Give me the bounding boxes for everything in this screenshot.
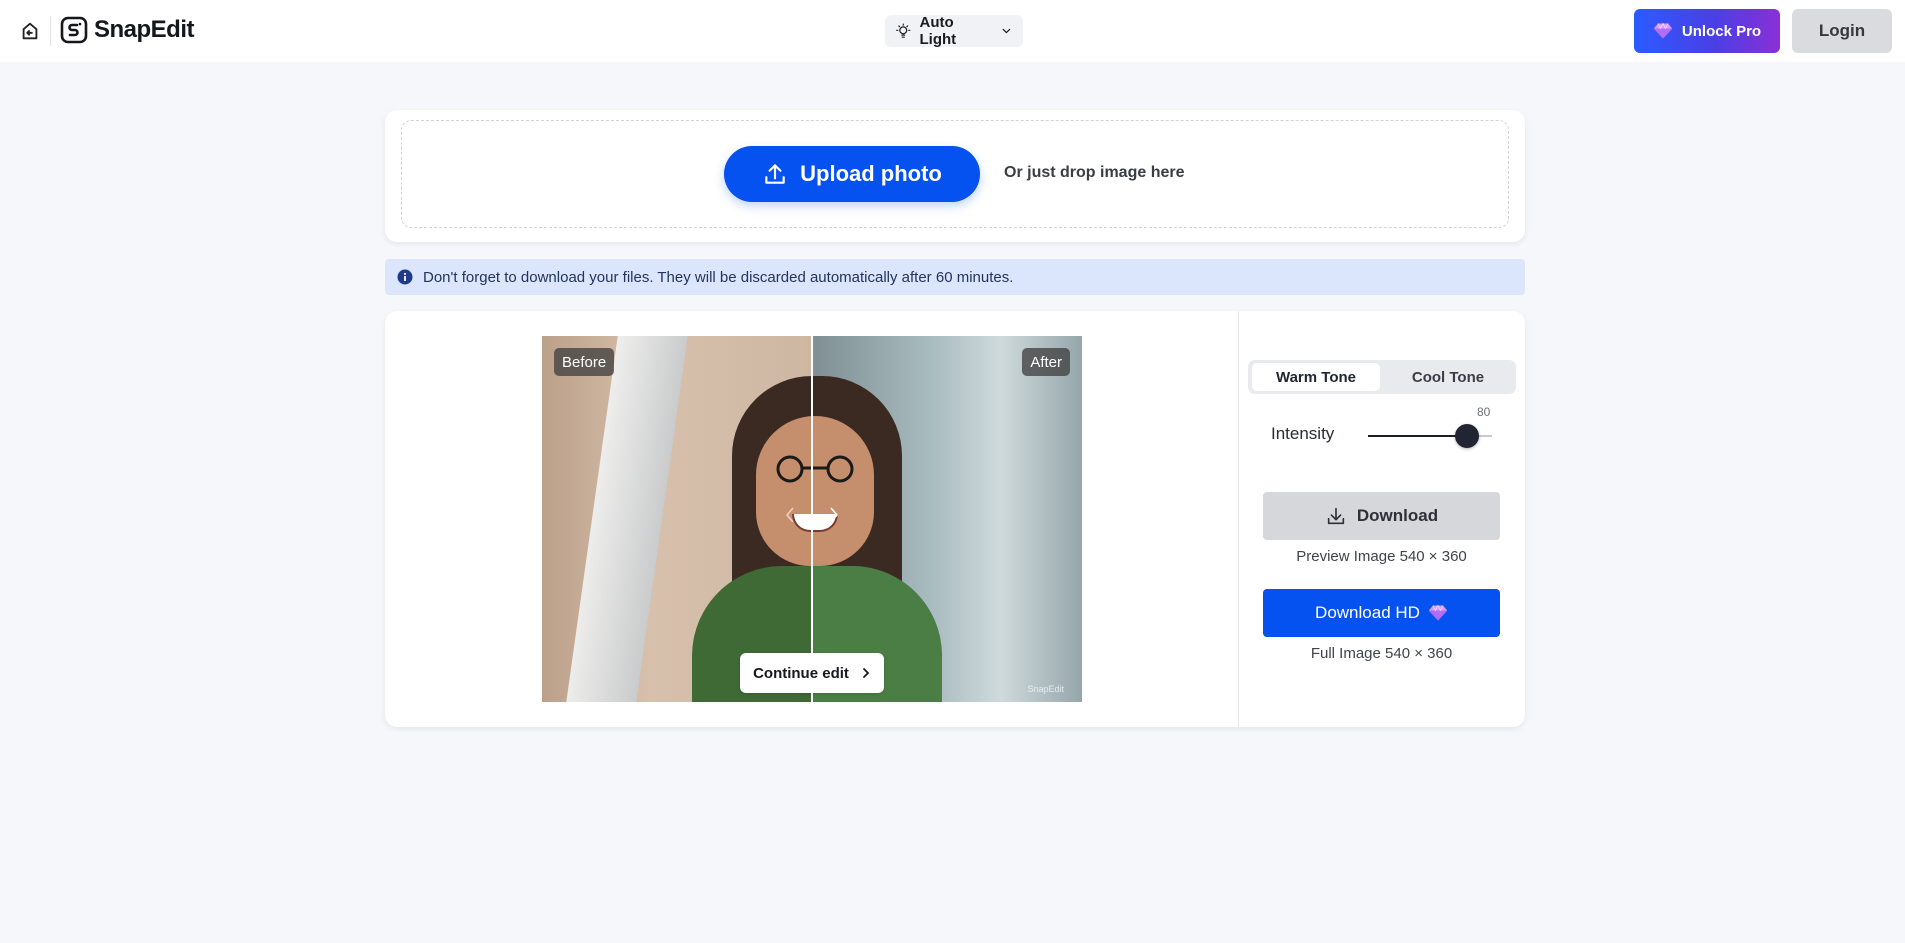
unlock-pro-button[interactable]: Unlock Pro [1634,9,1780,53]
chevron-left-icon [785,507,794,523]
download-button[interactable]: Download [1263,492,1500,540]
intensity-label: Intensity [1271,424,1335,443]
brand-logo[interactable]: SnapEdit [60,16,195,44]
panel-divider [1238,311,1239,727]
before-after-preview[interactable]: Before After SnapEdit [542,336,1082,702]
full-image-caption: Full Image 540 × 360 [1310,645,1453,662]
snapedit-logo-icon [60,16,88,44]
slider-arrows[interactable] [784,506,840,526]
drop-hint: Or just drop image here [1004,164,1185,181]
tone-toggle: Warm Tone Cool Tone [1248,360,1516,394]
intensity-value: 80 [1477,405,1491,419]
back-button[interactable] [18,19,42,43]
chevron-right-icon [830,507,839,523]
info-icon [397,269,413,285]
continue-edit-button[interactable]: Continue edit [740,653,884,693]
warm-tone-option[interactable]: Warm Tone [1252,363,1380,391]
discard-notice: Don't forget to download your files. The… [385,259,1525,295]
brand-name: SnapEdit [94,16,195,43]
download-icon [1327,507,1345,525]
chevron-down-icon [1002,28,1011,34]
unlock-pro-label: Unlock Pro [1681,22,1762,40]
portrait-face [756,416,874,566]
top-bar: SnapEdit Auto Light Unlock Pro Login [0,0,1905,62]
upload-photo-button[interactable]: Upload photo [724,146,980,202]
mode-label: Auto Light [919,14,957,48]
after-tag: After [1022,348,1070,376]
watermark: SnapEdit [1027,684,1064,694]
header-divider [50,16,51,46]
lightbulb-icon [896,23,911,38]
upload-photo-label: Upload photo [800,161,942,186]
upload-icon [765,164,785,184]
cool-tone-option[interactable]: Cool Tone [1384,363,1512,391]
preview-image-caption: Preview Image 540 × 360 [1296,548,1467,565]
continue-edit-label: Continue edit [753,664,849,682]
diamond-icon [1653,22,1673,39]
diamond-icon [1428,604,1448,621]
before-tag: Before [554,348,615,376]
download-hd-label: Download HD [1315,603,1420,622]
back-arrow-icon [22,22,38,40]
download-label: Download [1356,506,1439,525]
glasses-shape [776,455,854,483]
download-hd-button[interactable]: Download HD [1263,589,1500,637]
notice-text: Don't forget to download your files. The… [423,268,1014,286]
intensity-slider-fill [1368,435,1468,437]
auto-light-dropdown[interactable]: Auto Light [885,14,1023,48]
chevron-right-icon [863,668,870,678]
login-button[interactable]: Login [1792,9,1892,53]
intensity-slider-thumb[interactable] [1455,424,1480,448]
